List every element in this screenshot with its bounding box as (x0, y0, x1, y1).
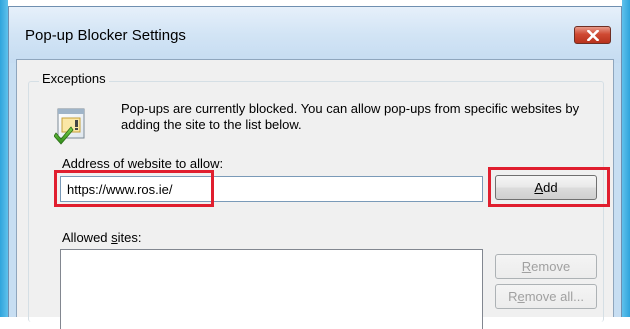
screenshot-frame: Pop-up Blocker Settings Exceptions Pop-u… (0, 0, 630, 329)
popup-blocker-dialog: Pop-up Blocker Settings Exceptions Pop-u… (8, 6, 622, 329)
add-accelerator-key: A (534, 180, 544, 195)
allowed-sites-list[interactable] (60, 249, 483, 329)
popup-blocked-check-icon (54, 108, 85, 145)
background-edge-right (622, 0, 630, 317)
add-button[interactable]: Add (495, 175, 597, 200)
remove-all-accelerator-key: e (517, 289, 525, 304)
dialog-title: Pop-up Blocker Settings (25, 27, 186, 44)
close-button[interactable] (574, 26, 611, 44)
info-message: Pop-ups are currently blocked. You can a… (121, 101, 580, 132)
background-edge-left (0, 0, 8, 317)
remove-button[interactable]: Remove (495, 254, 597, 279)
dialog-client-area: Exceptions Pop-ups are currently blocked… (16, 59, 614, 329)
close-icon (586, 29, 599, 41)
allowed-sites-label: Allowed sites: (62, 230, 142, 245)
address-label: Address of website to allow: (62, 156, 224, 171)
remove-all-button[interactable]: Remove all... (495, 284, 597, 309)
website-address-input[interactable] (60, 176, 483, 202)
remove-accelerator-key: R (521, 259, 532, 274)
title-bar[interactable]: Pop-up Blocker Settings (9, 7, 621, 63)
exceptions-group-title: Exceptions (39, 71, 109, 86)
